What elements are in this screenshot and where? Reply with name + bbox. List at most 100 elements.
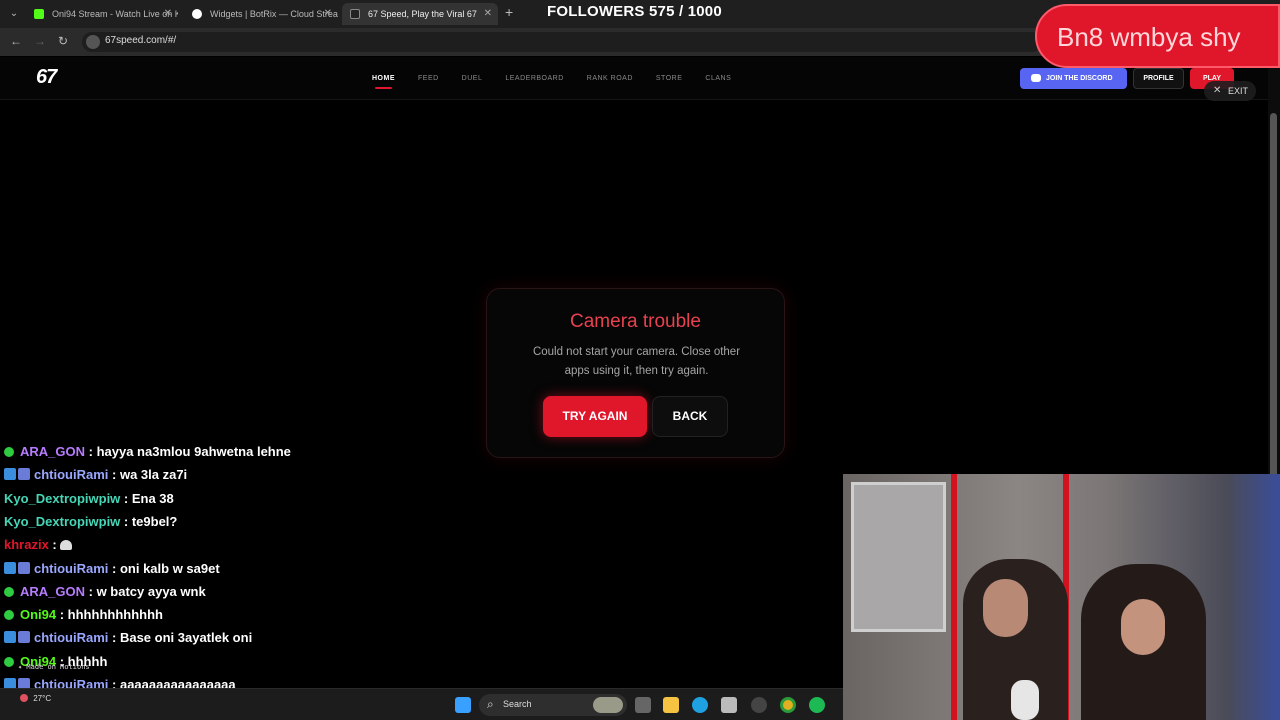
tab-search-icon[interactable]: ⌄: [6, 6, 22, 22]
microphone: [1011, 680, 1039, 720]
chat-username[interactable]: chtiouiRami: [34, 561, 108, 576]
chat-username[interactable]: chtiouiRami: [34, 467, 108, 482]
browser-tab-botrix[interactable]: Widgets | BotRix — Cloud Streaming ✕: [184, 3, 338, 25]
subscriber-badge-icon: [4, 631, 16, 644]
gifter-badge-icon: [18, 561, 30, 574]
tab-title: Widgets | BotRix — Cloud Streaming: [210, 9, 338, 19]
nav-home[interactable]: HOME: [372, 75, 395, 89]
chat-message: khrazix :: [4, 534, 73, 556]
streamer-right-face: [1121, 599, 1165, 655]
browser-tab-67speed[interactable]: 67 Speed, Play the Viral 67 ✕: [342, 3, 498, 25]
windows-taskbar: 27°C ⌕ Search: [0, 688, 843, 720]
chat-text: : te9bel?: [120, 513, 178, 529]
store-icon[interactable]: [721, 697, 737, 713]
botrix-icon: [192, 9, 202, 19]
join-discord-label: JOIN THE DISCORD: [1046, 75, 1113, 82]
chat-message: ARA_GON : hayya na3mlou 9ahwetna lehne: [4, 441, 291, 463]
close-icon: ✕: [1213, 85, 1222, 96]
chat-username[interactable]: ARA_GON: [20, 584, 85, 599]
chat-message: ARA_GON : w batcy ayya wnk: [4, 581, 206, 603]
task-view-icon[interactable]: [635, 697, 651, 713]
chat-message: chtiouiRami : wa 3la za7i: [4, 464, 187, 486]
subscriber-badge-icon: [4, 468, 16, 481]
chat-text: : wa 3la za7i: [108, 467, 188, 483]
gifter-badge-icon: [18, 468, 30, 481]
taskbar-search[interactable]: ⌕ Search: [479, 694, 627, 716]
main-nav: HOME FEED DUEL LEADERBOARD RANK ROAD STO…: [372, 75, 754, 89]
made-on-label: ✦ Made on Motions: [18, 663, 90, 671]
chat-text: : oni kalb w sa9et: [108, 560, 220, 576]
nav-clans[interactable]: CLANS: [705, 75, 731, 82]
back-arrow-icon[interactable]: ←: [10, 34, 22, 48]
nav-feed[interactable]: FEED: [418, 75, 439, 82]
dialog-message: Could not start your camera. Close other…: [532, 346, 741, 377]
kick-icon: [34, 9, 44, 19]
emote-icon: [60, 540, 73, 551]
chat-username[interactable]: Kyo_Dextropiwpiw: [4, 491, 120, 506]
forward-arrow-icon[interactable]: →: [34, 34, 46, 48]
chat-message: chtiouiRami : oni kalb w sa9et: [4, 558, 220, 580]
chat-text: : Base oni 3ayatlek oni: [108, 630, 253, 646]
browser-tab-kick[interactable]: Oni94 Stream - Watch Live on Kick ✕: [26, 3, 178, 25]
search-icon: ⌕: [487, 697, 494, 711]
webcam-window: [851, 482, 946, 632]
weather-temp: 27°C: [33, 694, 52, 703]
profile-button[interactable]: PROFILE: [1133, 68, 1184, 89]
chat-username[interactable]: ARA_GON: [20, 444, 85, 459]
chat-text: :: [48, 537, 61, 553]
stream-banner-overlay: Bn8 wmbya shy: [1035, 4, 1280, 68]
gifter-badge-icon: [18, 631, 30, 644]
file-explorer-icon[interactable]: [663, 697, 679, 713]
weather-widget[interactable]: 27°C: [20, 694, 51, 703]
reload-icon[interactable]: ↻: [58, 34, 68, 48]
chrome-icon[interactable]: [780, 697, 796, 713]
edge-icon[interactable]: [692, 697, 708, 713]
close-tab-icon[interactable]: ✕: [324, 3, 332, 25]
verified-badge-icon: [4, 610, 14, 621]
spotify-icon[interactable]: [809, 697, 825, 713]
scrollbar-thumb[interactable]: [1270, 113, 1277, 529]
verified-badge-icon: [4, 586, 14, 597]
verified-badge-icon: [4, 656, 14, 667]
tab-title: Oni94 Stream - Watch Live on Kick: [52, 9, 178, 19]
site-logo[interactable]: 67: [36, 66, 57, 89]
chat-username[interactable]: khrazix: [4, 537, 49, 552]
chat-username[interactable]: Oni94: [20, 607, 56, 622]
followers-goal-overlay: FOLLOWERS 575 / 1000: [547, 3, 722, 20]
windows-start-icon[interactable]: [455, 697, 471, 713]
steam-icon[interactable]: [751, 697, 767, 713]
nav-duel[interactable]: DUEL: [462, 75, 483, 82]
chat-text: : Ena 38: [120, 490, 174, 506]
tab-title: 67 Speed, Play the Viral 67: [368, 9, 477, 19]
close-tab-icon[interactable]: ✕: [164, 3, 172, 25]
chat-username[interactable]: chtiouiRami: [34, 630, 108, 645]
streamer-left-face: [983, 579, 1028, 637]
taskbar-search-label: Search: [503, 699, 532, 709]
weather-icon: [20, 694, 28, 702]
search-highlight-icon: [593, 697, 623, 713]
try-again-button[interactable]: TRY AGAIN: [543, 396, 647, 437]
camera-error-dialog: Camera trouble Could not start your came…: [486, 288, 785, 458]
discord-icon: [1031, 74, 1041, 82]
screen: ⌄ Oni94 Stream - Watch Live on Kick ✕ Wi…: [0, 0, 1280, 720]
chat-username[interactable]: Kyo_Dextropiwpiw: [4, 514, 120, 529]
chat-text: : hayya na3mlou 9ahwetna lehne: [85, 444, 291, 459]
close-tab-icon[interactable]: ✕: [484, 3, 492, 25]
verified-badge-icon: [4, 447, 14, 457]
exit-label: EXIT: [1228, 86, 1249, 96]
stream-banner-text: Bn8 wmbya shy: [1057, 22, 1241, 52]
chat-message: Oni94 : hhhhhhhhhhhh: [4, 604, 163, 626]
nav-store[interactable]: STORE: [656, 75, 683, 82]
back-button[interactable]: BACK: [652, 396, 728, 437]
chat-message: chtiouiRami : Base oni 3ayatlek oni: [4, 627, 252, 649]
url-text: 67speed.com/#/: [105, 35, 177, 46]
url-field[interactable]: 67speed.com/#/: [82, 32, 1042, 52]
nav-leaderboard[interactable]: LEADERBOARD: [505, 75, 563, 82]
join-discord-button[interactable]: JOIN THE DISCORD: [1020, 68, 1127, 89]
exit-button[interactable]: ✕ EXIT: [1204, 81, 1256, 101]
new-tab-button[interactable]: +: [505, 4, 513, 20]
site-info-icon[interactable]: [86, 35, 100, 49]
nav-rank-road[interactable]: RANK ROAD: [587, 75, 633, 82]
dialog-title: Camera trouble: [570, 311, 701, 332]
67speed-icon: [350, 9, 360, 19]
